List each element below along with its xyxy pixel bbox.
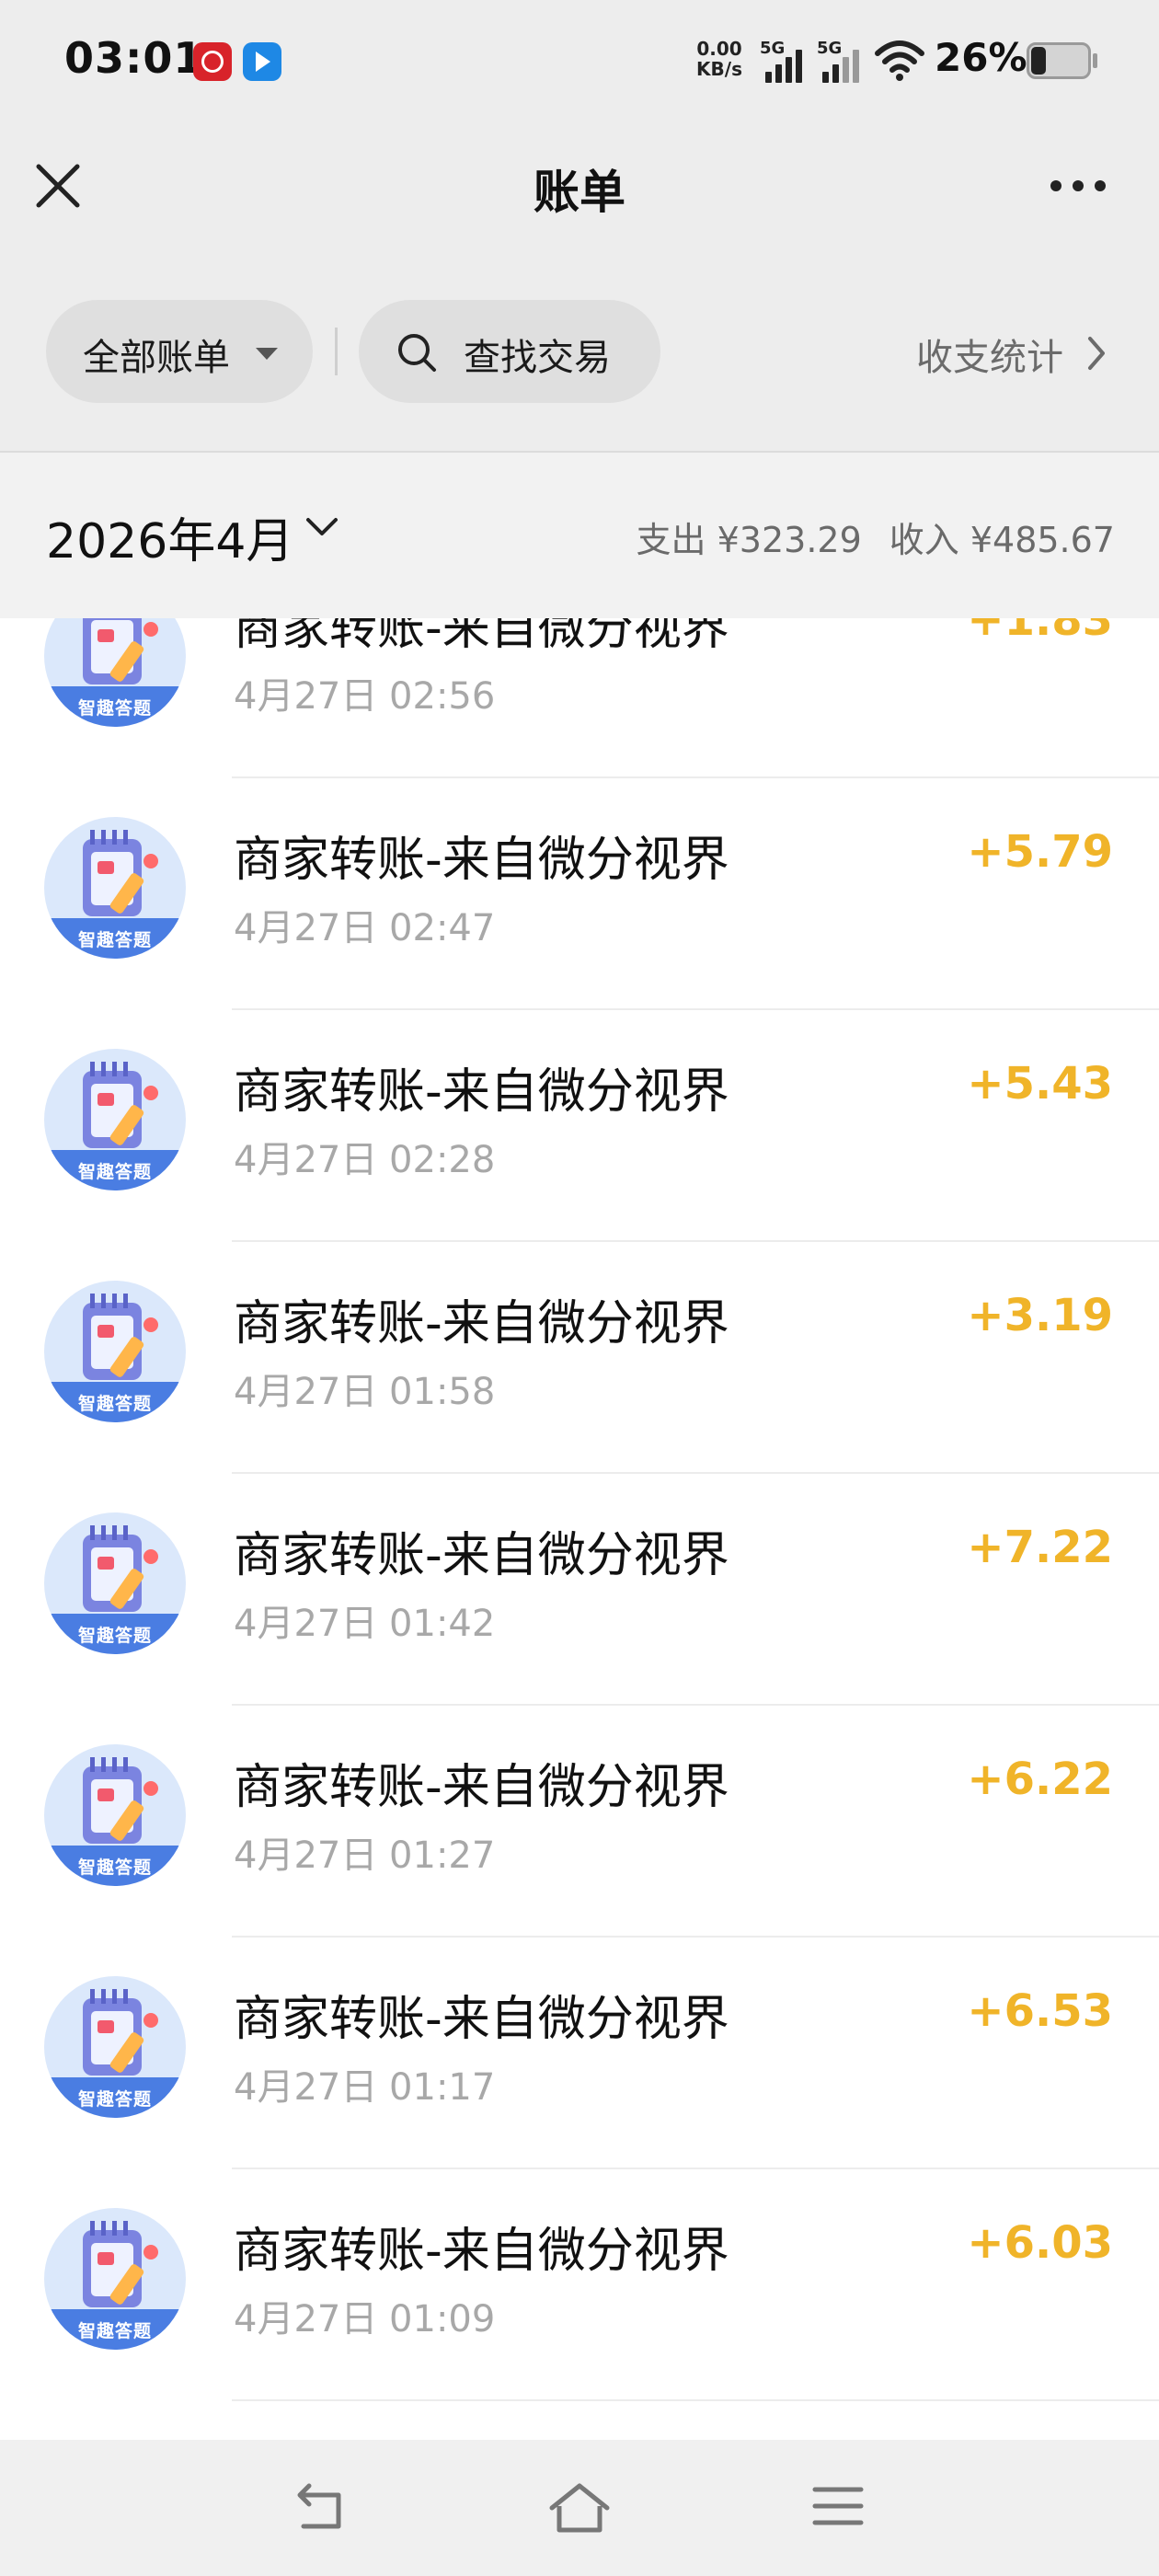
- transaction-amount: +5.43: [967, 1058, 1113, 1110]
- merchant-avatar-icon: 智趣答题: [44, 817, 186, 959]
- transaction-row[interactable]: 智趣答题 商家转账-来自微分视界 4月27日 01:58 +3.19: [0, 1242, 1159, 1474]
- home-icon[interactable]: [548, 2482, 611, 2534]
- search-transaction-button[interactable]: 查找交易: [359, 300, 660, 403]
- avatar-label: 智趣答题: [77, 2321, 152, 2341]
- nav-bar: 账单: [0, 124, 1159, 248]
- transaction-row[interactable]: 智趣答题 商家转账-来自微分视界 4月27日 02:47 +5.79: [0, 778, 1159, 1010]
- avatar-label: 智趣答题: [77, 1162, 152, 1182]
- transaction-amount: +5.79: [967, 826, 1113, 878]
- all-bills-dropdown[interactable]: 全部账单: [46, 300, 313, 403]
- chevron-right-icon: [1088, 337, 1105, 370]
- transaction-time: 4月27日 01:09: [234, 2298, 496, 2340]
- system-nav-bar: [0, 2440, 1159, 2576]
- battery-cap: [1093, 53, 1097, 68]
- bank-app-icon: [193, 42, 232, 81]
- signal-1-label: 5G: [760, 39, 786, 58]
- transaction-time: 4月27日 02:28: [234, 1139, 496, 1181]
- transaction-title: 商家转账-来自微分视界: [234, 1992, 729, 2047]
- net-speed-value: 0.00: [696, 38, 742, 60]
- month-income: 收入 ¥485.67: [889, 520, 1115, 560]
- month-row: 2026年4月 支出 ¥323.29 收入 ¥485.67: [0, 453, 1159, 618]
- status-bar: 03:01 0.00 KB/s 5G 5G 26%: [0, 0, 1159, 124]
- merchant-avatar-icon: 智趣答题: [44, 1049, 186, 1190]
- chevron-down-icon[interactable]: [304, 515, 340, 539]
- status-time: 03:01: [64, 33, 204, 83]
- transaction-row[interactable]: 智趣答题 商家转账-来自微分视界 4月27日 01:27 +6.22: [0, 1706, 1159, 1938]
- merchant-avatar-icon: 智趣答题: [44, 1281, 186, 1422]
- transaction-time: 4月27日 02:56: [234, 675, 496, 718]
- transaction-title: 商家转账-来自微分视界: [234, 1296, 729, 1351]
- search-icon: [398, 334, 436, 372]
- transaction-time: 4月27日 02:47: [234, 907, 496, 949]
- transaction-title: 商家转账-来自微分视界: [234, 618, 729, 656]
- merchant-avatar-icon: 智趣答题: [44, 1512, 186, 1654]
- transaction-row[interactable]: 智趣答题 商家转账-来自微分视界 4月27日 01:17 +6.53: [0, 1938, 1159, 2169]
- battery-percent: 26%: [935, 35, 1027, 80]
- transaction-title: 商家转账-来自微分视界: [234, 1528, 729, 1583]
- menu-icon[interactable]: [811, 2482, 865, 2530]
- transaction-amount: +6.03: [967, 2217, 1113, 2269]
- battery-icon: [1027, 42, 1091, 79]
- filter-divider: [335, 328, 338, 375]
- filter-row: 全部账单 查找交易 收支统计: [0, 248, 1159, 453]
- transaction-amount: +6.22: [967, 1754, 1113, 1805]
- net-speed-unit: KB/s: [696, 58, 742, 80]
- merchant-avatar-icon: 智趣答题: [44, 618, 186, 727]
- transaction-row[interactable]: 智趣答题 商家转账-来自微分视界 4月27日 02:28 +5.43: [0, 1010, 1159, 1242]
- avatar-label: 智趣答题: [77, 930, 152, 950]
- transaction-amount: +6.53: [967, 1985, 1113, 2037]
- transaction-time: 4月27日 01:27: [234, 1834, 496, 1877]
- month-expense: 支出 ¥323.29: [636, 520, 862, 560]
- month-selector[interactable]: 2026年4月: [46, 502, 293, 571]
- back-icon[interactable]: [291, 2482, 350, 2534]
- transaction-time: 4月27日 01:42: [234, 1603, 496, 1645]
- wifi-icon: [875, 40, 924, 81]
- signal-2-label: 5G: [817, 39, 843, 58]
- transaction-amount: +7.22: [967, 1522, 1113, 1573]
- avatar-label: 智趣答题: [77, 698, 152, 719]
- transaction-time: 4月27日 01:17: [234, 2066, 496, 2109]
- avatar-label: 智趣答题: [77, 1626, 152, 1646]
- transaction-title: 商家转账-来自微分视界: [234, 833, 729, 888]
- search-label: 查找交易: [464, 337, 611, 379]
- avatar-label: 智趣答题: [77, 1394, 152, 1414]
- merchant-avatar-icon: 智趣答题: [44, 1744, 186, 1886]
- avatar-label: 智趣答题: [77, 2089, 152, 2110]
- more-icon[interactable]: [1043, 165, 1113, 207]
- signal-1-icon: 5G: [760, 39, 813, 83]
- transaction-time: 4月27日 01:58: [234, 1371, 496, 1413]
- transaction-amount: +3.19: [967, 1290, 1113, 1341]
- transaction-title: 商家转账-来自微分视界: [234, 2224, 729, 2279]
- merchant-avatar-icon: 智趣答题: [44, 2208, 186, 2350]
- row-divider: [232, 2399, 1159, 2401]
- transaction-row[interactable]: 智趣答题 商家转账-来自微分视界 4月27日 01:09 +6.03: [0, 2169, 1159, 2401]
- transaction-list[interactable]: 智趣答题 商家转账-来自微分视界 4月27日 02:56 +1.83 智趣答题 …: [0, 618, 1159, 2440]
- signal-2-icon: 5G: [817, 39, 870, 83]
- net-speed: 0.00 KB/s: [692, 39, 747, 79]
- month-summary: 支出 ¥323.29 收入 ¥485.67: [637, 512, 1115, 562]
- avatar-label: 智趣答题: [77, 1857, 152, 1878]
- income-expense-stats-link[interactable]: 收支统计: [916, 328, 1063, 381]
- merchant-avatar-icon: 智趣答题: [44, 1976, 186, 2118]
- transaction-title: 商家转账-来自微分视界: [234, 1760, 729, 1815]
- transaction-row[interactable]: 智趣答题 商家转账-来自微分视界 4月27日 01:42 +7.22: [0, 1474, 1159, 1706]
- page-title: 账单: [534, 166, 625, 219]
- blue-app-icon: [243, 42, 281, 81]
- transaction-amount: +1.83: [967, 618, 1113, 646]
- all-bills-label: 全部账单: [83, 337, 230, 379]
- caret-down-icon: [256, 348, 278, 360]
- transaction-row[interactable]: 智趣答题 商家转账-来自微分视界 4月27日 02:56 +1.83: [0, 618, 1159, 778]
- transaction-title: 商家转账-来自微分视界: [234, 1064, 729, 1120]
